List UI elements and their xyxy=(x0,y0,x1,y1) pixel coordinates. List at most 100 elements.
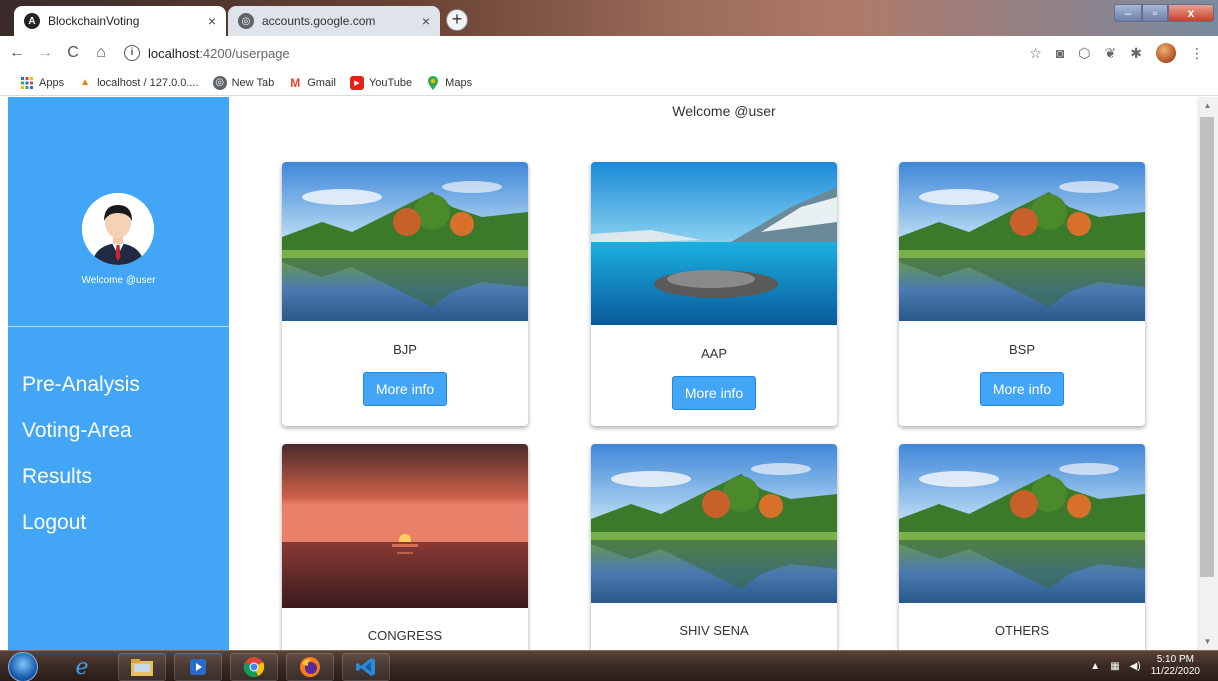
party-card-shiv-sena: SHIV SENA xyxy=(591,444,837,650)
tab-title: BlockchainVoting xyxy=(48,14,140,28)
bookmark-label: localhost / 127.0.0.... xyxy=(97,76,199,89)
party-image-lake xyxy=(591,444,837,603)
close-icon[interactable]: × xyxy=(208,13,216,29)
taskbar-clock[interactable]: 5:10 PM 11/22/2020 xyxy=(1151,654,1200,678)
address-host: localhost xyxy=(148,45,200,61)
bookmark-new-tab[interactable]: ◎ New Tab xyxy=(212,75,275,90)
browser-toolbar: ← → C ⌂ i localhost:4200/userpage ☆ ◙ ⬡ … xyxy=(0,36,1218,70)
globe-icon: ◎ xyxy=(238,13,254,29)
sidebar-item-results[interactable]: Results xyxy=(22,463,140,509)
new-tab-button[interactable]: + xyxy=(446,9,468,31)
puzzle-icon[interactable]: ✱ xyxy=(1130,45,1142,62)
sidebar-welcome-text: Welcome @user xyxy=(81,275,156,286)
party-image-lake xyxy=(899,444,1145,603)
party-card-bsp: BSP More info xyxy=(899,162,1145,426)
close-icon[interactable]: × xyxy=(422,13,430,29)
bookmark-youtube[interactable]: ▶ YouTube xyxy=(349,75,413,90)
angular-icon: A xyxy=(24,13,40,29)
minimize-button[interactable]: – xyxy=(1114,4,1142,22)
profile-block: Welcome @user xyxy=(8,97,229,327)
windows-taskbar: e ▲ ▦ ◀) 5:10 PM 11/22/2020 xyxy=(0,650,1218,681)
bookmark-label: YouTube xyxy=(368,76,413,89)
tab-blockchainvoting[interactable]: A BlockchainVoting × xyxy=(14,6,226,36)
file-explorer-icon[interactable] xyxy=(118,653,166,681)
sidebar-item-pre-analysis[interactable]: Pre-Analysis xyxy=(22,371,140,417)
apps-grid-icon xyxy=(20,76,34,90)
kebab-menu-icon[interactable]: ⋮ xyxy=(1190,45,1204,62)
bookmark-localhost[interactable]: ▲ localhost / 127.0.0.... xyxy=(78,76,199,90)
tray-expand-icon[interactable]: ▲ xyxy=(1090,661,1100,672)
address-path: :4200/userpage xyxy=(199,45,290,61)
profile-avatar[interactable] xyxy=(1156,43,1176,63)
internet-explorer-icon[interactable]: e xyxy=(58,653,106,681)
party-name: OTHERS xyxy=(994,623,1050,638)
party-image-sunset xyxy=(282,444,528,608)
camera-icon[interactable]: ◙ xyxy=(1056,45,1064,61)
party-card-congress: CONGRESS xyxy=(282,444,528,650)
reload-icon[interactable]: C xyxy=(62,44,84,62)
sidebar-item-voting-area[interactable]: Voting-Area xyxy=(22,417,140,463)
sidebar: Welcome @user Pre-Analysis Voting-Area R… xyxy=(8,97,229,650)
page-title: Welcome @user xyxy=(672,103,776,119)
windows-start-button[interactable] xyxy=(8,652,38,681)
firefox-icon[interactable] xyxy=(286,653,334,681)
party-name: CONGRESS xyxy=(367,628,443,643)
forward-arrow-icon[interactable]: → xyxy=(34,44,56,62)
bookmark-maps[interactable]: Maps xyxy=(426,75,473,90)
scroll-down-icon[interactable]: ▼ xyxy=(1197,637,1218,646)
party-image-lake xyxy=(899,162,1145,321)
party-name: BSP xyxy=(1008,342,1035,357)
scroll-up-icon[interactable]: ▲ xyxy=(1197,101,1218,110)
bookmark-label: Maps xyxy=(445,76,473,89)
party-name: SHIV SENA xyxy=(679,623,749,638)
maps-pin-icon xyxy=(426,75,440,90)
globe-icon: ◎ xyxy=(212,75,227,90)
party-card-others: OTHERS xyxy=(899,444,1145,650)
party-card-bjp: BJP More info xyxy=(282,162,528,426)
vertical-scrollbar[interactable]: ▲ ▼ xyxy=(1197,97,1218,650)
media-player-icon[interactable] xyxy=(174,653,222,681)
back-arrow-icon[interactable]: ← xyxy=(6,44,28,62)
volume-icon[interactable]: ◀) xyxy=(1130,661,1141,672)
extensions-area: ☆ ◙ ⬡ ❦ ✱ ⋮ xyxy=(1029,43,1204,63)
maximize-button[interactable]: ▫ xyxy=(1142,4,1168,22)
network-icon[interactable]: ▦ xyxy=(1110,661,1119,672)
user-avatar-icon xyxy=(82,193,154,265)
party-image-lake xyxy=(282,162,528,321)
bookmark-star-icon[interactable]: ☆ xyxy=(1029,45,1042,62)
page-viewport: Welcome @user Pre-Analysis Voting-Area R… xyxy=(0,97,1218,650)
chrome-icon[interactable] xyxy=(230,653,278,681)
scrollbar-thumb[interactable] xyxy=(1200,117,1214,577)
site-info-icon[interactable]: i xyxy=(124,45,140,61)
sidebar-menu: Pre-Analysis Voting-Area Results Logout xyxy=(22,371,140,555)
close-window-button[interactable]: x xyxy=(1168,4,1214,22)
sidebar-item-logout[interactable]: Logout xyxy=(22,509,140,555)
address-bar[interactable]: i localhost:4200/userpage xyxy=(124,39,1029,67)
clock-time: 5:10 PM xyxy=(1156,654,1194,665)
tab-accounts-google[interactable]: ◎ accounts.google.com × xyxy=(228,6,440,36)
bookmark-label: Apps xyxy=(39,76,65,89)
more-info-button[interactable]: More info xyxy=(980,372,1064,406)
home-icon[interactable]: ⌂ xyxy=(90,44,112,62)
youtube-icon: ▶ xyxy=(349,75,364,90)
bookmark-gmail[interactable]: M Gmail xyxy=(288,76,336,90)
party-image-blue-lake xyxy=(591,162,837,325)
bookmark-label: New Tab xyxy=(231,76,275,89)
more-info-button[interactable]: More info xyxy=(672,376,756,410)
party-name: AAP xyxy=(700,346,727,361)
tab-title: accounts.google.com xyxy=(262,14,376,28)
shield-icon[interactable]: ⬡ xyxy=(1078,45,1090,62)
vscode-icon[interactable] xyxy=(342,653,390,681)
clock-date: 11/22/2020 xyxy=(1150,666,1200,677)
extension-leaf-icon[interactable]: ❦ xyxy=(1105,45,1117,62)
party-name: BJP xyxy=(393,342,417,357)
bookmark-apps[interactable]: Apps xyxy=(20,76,64,90)
party-card-aap: AAP More info xyxy=(591,162,837,426)
system-tray: ▲ ▦ ◀) 5:10 PM 11/22/2020 xyxy=(1090,654,1200,678)
main-content: Welcome @user BJP More info AAP More inf… xyxy=(229,97,1197,650)
more-info-button[interactable]: More info xyxy=(363,372,447,406)
browser-tabstrip: A BlockchainVoting × ◎ accounts.google.c… xyxy=(0,0,1218,36)
phpmyadmin-icon: ▲ xyxy=(80,77,91,88)
window-controls: – ▫ x xyxy=(1114,4,1214,24)
bookmark-label: Gmail xyxy=(307,76,336,89)
